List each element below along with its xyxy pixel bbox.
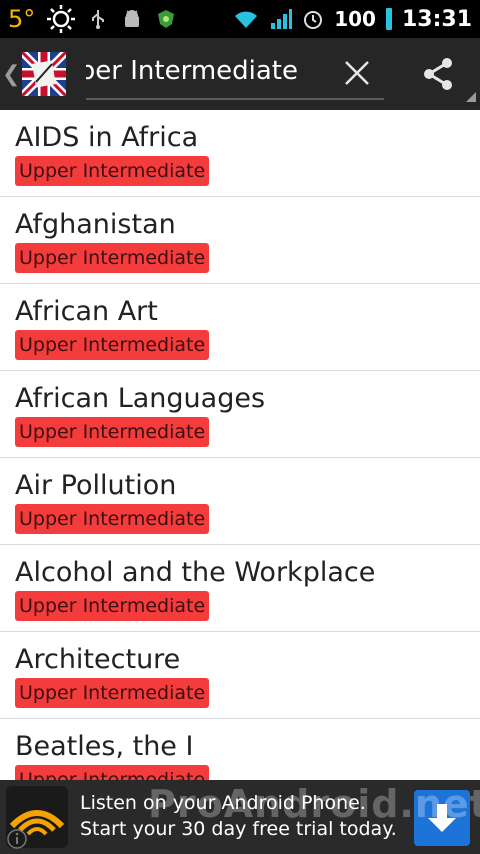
topic-title: Architecture xyxy=(15,644,181,675)
android-debug-icon xyxy=(125,10,140,27)
signal-icon xyxy=(271,9,293,29)
level-badge: Upper Intermediate xyxy=(15,330,210,360)
level-badge: Upper Intermediate xyxy=(15,243,210,273)
level-badge: Upper Intermediate xyxy=(15,765,210,780)
list-item[interactable]: Air Pollution Upper Intermediate xyxy=(0,458,480,545)
usb-icon xyxy=(92,10,105,29)
topic-title: African Languages xyxy=(15,383,266,414)
list-item[interactable]: African Art Upper Intermediate xyxy=(0,284,480,371)
level-badge: Upper Intermediate xyxy=(15,417,210,447)
alarm-icon xyxy=(304,11,323,29)
share-icon[interactable] xyxy=(420,56,456,92)
list-item[interactable]: Beatles, the I Upper Intermediate xyxy=(0,719,480,780)
level-badge: Upper Intermediate xyxy=(15,504,210,534)
list-item[interactable]: Architecture Upper Intermediate xyxy=(0,632,480,719)
security-icon xyxy=(158,10,175,28)
topic-title: Afghanistan xyxy=(15,209,176,240)
action-bar: ❮ Upper Intermediate xyxy=(0,38,480,110)
info-icon[interactable] xyxy=(6,828,28,850)
level-badge: Upper Intermediate xyxy=(15,591,210,621)
temperature: 5° xyxy=(8,5,36,33)
list-item[interactable]: AIDS in Africa Upper Intermediate xyxy=(0,110,480,197)
clock: 13:31 xyxy=(401,6,472,32)
topic-title: Alcohol and the Workplace xyxy=(15,557,376,588)
topic-title: AIDS in Africa xyxy=(15,122,199,153)
watermark-text: ProAndroid.net xyxy=(148,782,480,826)
topic-title: African Art xyxy=(15,296,158,327)
up-chevron-icon[interactable]: ❮ xyxy=(2,62,20,87)
battery-level: 100 xyxy=(334,7,376,31)
list-item[interactable]: Alcohol and the Workplace Upper Intermed… xyxy=(0,545,480,632)
search-field[interactable]: Upper Intermediate xyxy=(86,48,384,100)
level-badge: Upper Intermediate xyxy=(15,678,210,708)
topic-title: Air Pollution xyxy=(15,470,177,501)
topic-list: AIDS in Africa Upper Intermediate Afghan… xyxy=(0,110,480,780)
sun-icon xyxy=(47,5,76,33)
list-item[interactable]: Afghanistan Upper Intermediate xyxy=(0,197,480,284)
search-input[interactable]: Upper Intermediate xyxy=(86,56,298,86)
level-badge: Upper Intermediate xyxy=(15,156,210,186)
battery-icon xyxy=(385,8,392,30)
list-item[interactable]: African Languages Upper Intermediate xyxy=(0,371,480,458)
app-logo-icon[interactable] xyxy=(22,52,66,96)
topic-title: Beatles, the I xyxy=(15,731,194,762)
wifi-icon xyxy=(235,11,258,28)
overflow-indicator-icon xyxy=(466,92,476,102)
close-icon[interactable] xyxy=(340,56,374,90)
status-bar: 5° 100 13:31 xyxy=(0,0,480,38)
